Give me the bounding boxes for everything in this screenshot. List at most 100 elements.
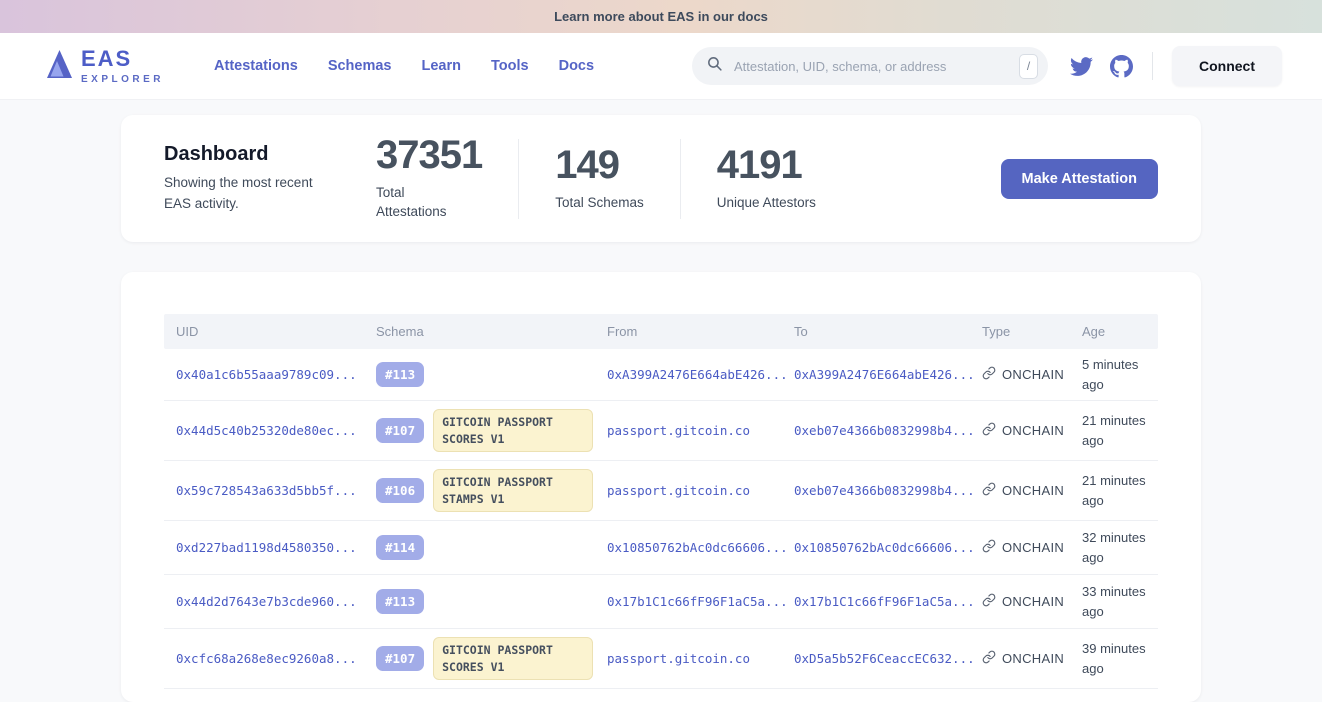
uid-link[interactable]: 0x44d2d7643e7b3cde960... <box>164 594 364 609</box>
type-cell: ONCHAIN <box>970 539 1070 556</box>
github-icon[interactable] <box>1110 55 1133 78</box>
table-row[interactable]: 0x40a1c6b55aaa9789c09... #113 0xA399A247… <box>164 349 1158 401</box>
uid-link[interactable]: 0x40a1c6b55aaa9789c09... <box>164 367 364 382</box>
link-icon <box>982 366 996 383</box>
schema-name-badge[interactable]: GITCOIN PASSPORT SCORES V1 <box>433 409 593 452</box>
eas-triangle-icon <box>45 48 74 85</box>
stat-total-schemas: 149 Total Schemas <box>555 145 644 213</box>
type-label: ONCHAIN <box>1002 367 1064 382</box>
connect-wallet-button[interactable]: Connect <box>1172 46 1282 86</box>
top-bar: EAS EXPLORER Attestations Schemas Learn … <box>0 33 1322 100</box>
schema-name-badge[interactable]: GITCOIN PASSPORT STAMPS V1 <box>433 469 593 512</box>
make-attestation-button[interactable]: Make Attestation <box>1001 159 1158 199</box>
from-address-link[interactable]: 0xA399A2476E664abE426... <box>595 367 782 382</box>
age-label: 21 minutes ago <box>1070 411 1158 450</box>
from-address-link[interactable]: passport.gitcoin.co <box>595 423 782 438</box>
uid-link[interactable]: 0x44d5c40b25320de80ec... <box>164 423 364 438</box>
uid-link[interactable]: 0xd227bad1198d4580350... <box>164 540 364 555</box>
stat-label: Total Attestations <box>376 184 468 222</box>
table-row[interactable]: 0xd227bad1198d4580350... #114 0x10850762… <box>164 521 1158 575</box>
type-cell: ONCHAIN <box>970 366 1070 383</box>
search-bar[interactable]: / <box>692 47 1048 85</box>
dashboard-card: Dashboard Showing the most recent EAS ac… <box>121 115 1201 242</box>
to-address-link[interactable]: 0xD5a5b52F6CeaccEC632... <box>782 651 970 666</box>
type-label: ONCHAIN <box>1002 483 1064 498</box>
age-label: 33 minutes ago <box>1070 582 1158 621</box>
announcement-text: Learn more about EAS in our docs <box>554 9 768 24</box>
col-header-type: Type <box>970 324 1070 339</box>
from-address-link[interactable]: 0x17b1C1c66fF96F1aC5a... <box>595 594 782 609</box>
schema-name-badge[interactable]: GITCOIN PASSPORT SCORES V1 <box>433 637 593 680</box>
search-input[interactable] <box>732 58 1019 75</box>
stat-total-attestations: 37351 Total Attestations <box>376 135 482 222</box>
age-label: 5 minutes ago <box>1070 355 1158 394</box>
attestations-table-card: UID Schema From To Type Age 0x40a1c6b55a… <box>121 272 1201 702</box>
col-header-schema: Schema <box>364 324 595 339</box>
col-header-age: Age <box>1070 324 1158 339</box>
type-cell: ONCHAIN <box>970 422 1070 439</box>
from-address-link[interactable]: passport.gitcoin.co <box>595 651 782 666</box>
link-icon <box>982 539 996 556</box>
logo-subtitle: EXPLORER <box>81 75 164 85</box>
schema-id-badge[interactable]: #106 <box>376 478 424 503</box>
stat-value: 149 <box>555 145 644 185</box>
col-header-from: From <box>595 324 782 339</box>
announcement-banner[interactable]: Learn more about EAS in our docs <box>0 0 1322 33</box>
from-address-link[interactable]: 0x10850762bAc0dc66606... <box>595 540 782 555</box>
to-address-link[interactable]: 0xeb07e4366b0832998b4... <box>782 483 970 498</box>
table-row[interactable]: 0x44d5c40b25320de80ec... #107 GITCOIN PA… <box>164 401 1158 461</box>
to-address-link[interactable]: 0xeb07e4366b0832998b4... <box>782 423 970 438</box>
stat-unique-attestors: 4191 Unique Attestors <box>717 145 816 213</box>
schema-id-badge[interactable]: #113 <box>376 362 424 387</box>
to-address-link[interactable]: 0x17b1C1c66fF96F1aC5a... <box>782 594 970 609</box>
from-address-link[interactable]: passport.gitcoin.co <box>595 483 782 498</box>
col-header-to: To <box>782 324 970 339</box>
table-row[interactable]: 0x44d2d7643e7b3cde960... #113 0x17b1C1c6… <box>164 575 1158 629</box>
search-shortcut-key: / <box>1019 54 1038 79</box>
page-subtitle: Showing the most recent EAS activity. <box>164 173 342 215</box>
stat-label: Total Schemas <box>555 194 644 213</box>
col-header-uid: UID <box>164 324 364 339</box>
type-cell: ONCHAIN <box>970 650 1070 667</box>
eas-logo[interactable]: EAS EXPLORER <box>45 48 164 85</box>
to-address-link[interactable]: 0x10850762bAc0dc66606... <box>782 540 970 555</box>
link-icon <box>982 650 996 667</box>
stats-row: 37351 Total Attestations 149 Total Schem… <box>376 135 816 222</box>
table-row[interactable]: 0xcfc68a268e8ec9260a8... #107 GITCOIN PA… <box>164 629 1158 689</box>
stat-value: 37351 <box>376 135 482 175</box>
type-label: ONCHAIN <box>1002 651 1064 666</box>
link-icon <box>982 482 996 499</box>
type-cell: ONCHAIN <box>970 593 1070 610</box>
page-title: Dashboard <box>164 143 360 166</box>
type-label: ONCHAIN <box>1002 594 1064 609</box>
search-icon <box>706 55 723 77</box>
twitter-icon[interactable] <box>1070 55 1093 78</box>
main-content: Dashboard Showing the most recent EAS ac… <box>0 115 1322 702</box>
stat-label: Unique Attestors <box>717 194 816 213</box>
schema-id-badge[interactable]: #114 <box>376 535 424 560</box>
type-label: ONCHAIN <box>1002 423 1064 438</box>
table-row[interactable]: 0x59c728543a633d5bb5f... #106 GITCOIN PA… <box>164 461 1158 521</box>
age-label: 39 minutes ago <box>1070 639 1158 678</box>
stat-divider <box>680 139 681 219</box>
stat-value: 4191 <box>717 145 816 185</box>
table-header-row: UID Schema From To Type Age <box>164 314 1158 349</box>
schema-id-badge[interactable]: #107 <box>376 646 424 671</box>
nav-schemas[interactable]: Schemas <box>328 58 392 74</box>
type-label: ONCHAIN <box>1002 540 1064 555</box>
age-label: 21 minutes ago <box>1070 471 1158 510</box>
nav-docs[interactable]: Docs <box>559 58 594 74</box>
link-icon <box>982 422 996 439</box>
nav-attestations[interactable]: Attestations <box>214 58 298 74</box>
age-label: 32 minutes ago <box>1070 528 1158 567</box>
main-nav: Attestations Schemas Learn Tools Docs <box>214 58 594 74</box>
uid-link[interactable]: 0x59c728543a633d5bb5f... <box>164 483 364 498</box>
type-cell: ONCHAIN <box>970 482 1070 499</box>
to-address-link[interactable]: 0xA399A2476E664abE426... <box>782 367 970 382</box>
nav-learn[interactable]: Learn <box>422 58 462 74</box>
schema-id-badge[interactable]: #113 <box>376 589 424 614</box>
header-divider <box>1152 52 1153 80</box>
nav-tools[interactable]: Tools <box>491 58 529 74</box>
uid-link[interactable]: 0xcfc68a268e8ec9260a8... <box>164 651 364 666</box>
schema-id-badge[interactable]: #107 <box>376 418 424 443</box>
